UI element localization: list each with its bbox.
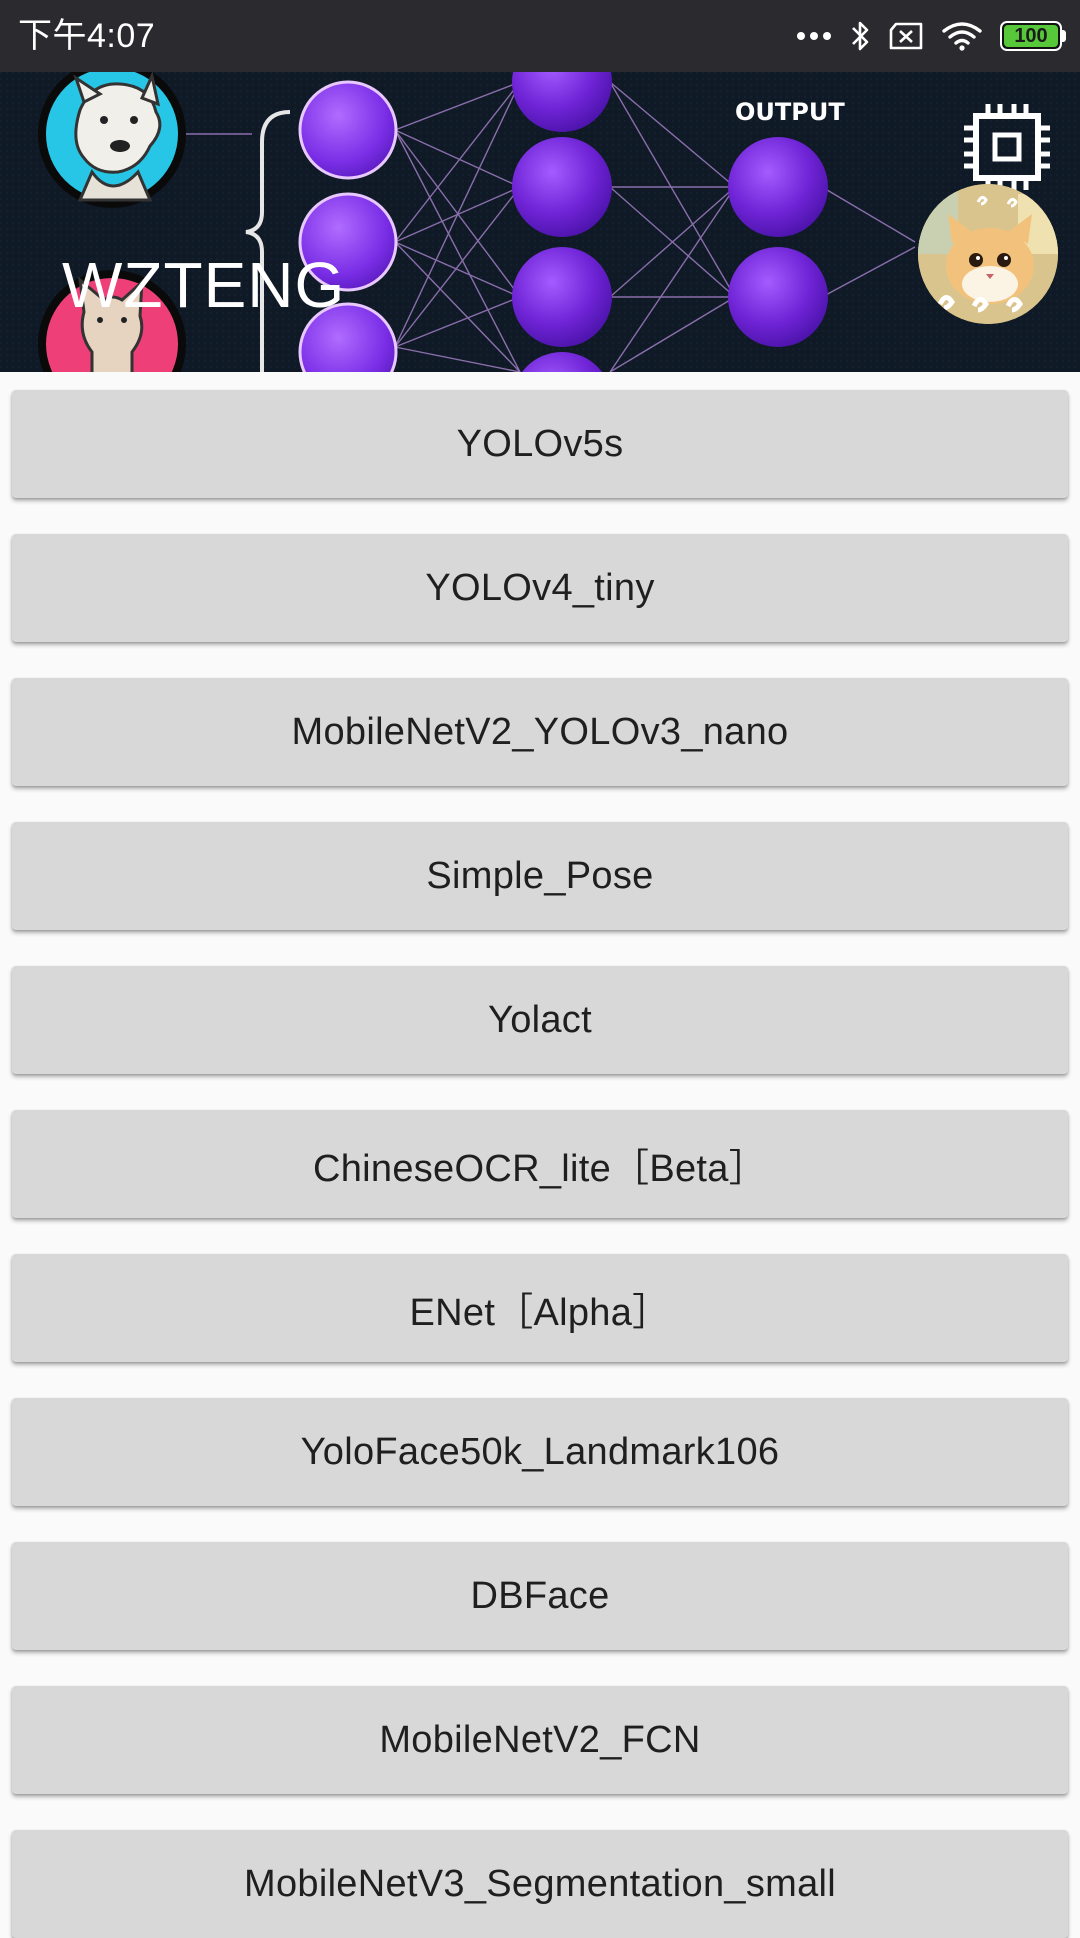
app-title: WZTENG [62, 249, 346, 321]
battery-level: 100 [1014, 25, 1048, 47]
status-icons: 100 [796, 14, 1066, 58]
menu-button-yolov4-tiny[interactable]: YOLOv4_tiny [12, 534, 1068, 642]
no-sim-icon [889, 22, 923, 50]
menu-button-yolov5s[interactable]: YOLOv5s [12, 390, 1068, 498]
menu-button-yoloface-landmark[interactable]: YoloFace50k_Landmark106 [12, 1398, 1068, 1506]
chip-icon[interactable] [962, 102, 1052, 192]
menu-button-dbface[interactable]: DBFace [12, 1542, 1068, 1650]
status-bar: 下午4:07 100 [0, 0, 1080, 72]
cat-photo-avatar[interactable] [918, 184, 1058, 324]
menu-button-enet[interactable]: ENet［Alpha］ [12, 1254, 1068, 1362]
status-time: 下午4:07 [18, 17, 156, 55]
bluetooth-icon [852, 21, 869, 51]
battery-icon: 100 [1000, 21, 1066, 51]
menu-button-mobilenetv3-seg[interactable]: MobileNetV3_Segmentation_small [12, 1830, 1068, 1938]
menu-button-yolact[interactable]: Yolact [12, 966, 1068, 1074]
neural-network-graphic [0, 72, 1080, 372]
menu-button-simple-pose[interactable]: Simple_Pose [12, 822, 1068, 930]
header-banner: OUTPUT WZTENG [0, 72, 1080, 372]
output-label: OUTPUT [735, 98, 845, 126]
menu-button-mobilenetv2-fcn[interactable]: MobileNetV2_FCN [12, 1686, 1068, 1794]
menu-button-chineseocr-lite[interactable]: ChineseOCR_lite［Beta］ [12, 1110, 1068, 1218]
wifi-icon [942, 22, 982, 51]
more-dots-icon [797, 32, 831, 40]
menu-button-mobilenetv2-yolov3[interactable]: MobileNetV2_YOLOv3_nano [12, 678, 1068, 786]
